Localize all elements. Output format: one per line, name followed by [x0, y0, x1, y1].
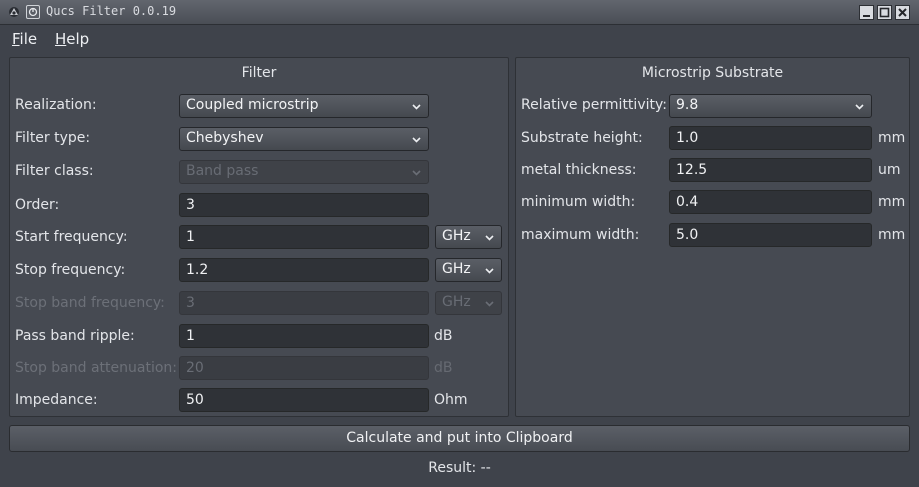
- chevron-down-icon: [412, 170, 421, 176]
- stop-band-attenuation-label: Stop band attenuation:: [15, 360, 177, 376]
- start-frequency-input[interactable]: 1: [179, 225, 429, 249]
- pass-band-ripple-unit: dB: [434, 328, 453, 344]
- stop-band-frequency-unit-combo: GHz: [435, 291, 502, 315]
- metal-thickness-input[interactable]: 12.5: [669, 158, 872, 182]
- stop-band-frequency-unit: GHz: [442, 294, 471, 310]
- menu-file-label: ile: [19, 30, 38, 48]
- start-frequency-label: Start frequency:: [15, 229, 128, 245]
- realization-label: Realization:: [15, 97, 97, 113]
- realization-value: Coupled microstrip: [186, 97, 319, 113]
- maximum-width-label: maximum width:: [521, 227, 640, 243]
- order-input[interactable]: 3: [179, 193, 429, 217]
- relative-permittivity-value: 9.8: [676, 97, 699, 113]
- minimum-width-unit: mm: [878, 194, 906, 210]
- title-bar: Qucs Filter 0.0.19: [0, 0, 919, 25]
- substrate-height-input[interactable]: 1.0: [669, 126, 872, 150]
- substrate-height-unit: mm: [878, 130, 906, 146]
- start-frequency-unit: GHz: [442, 228, 471, 244]
- minimum-width-input[interactable]: 0.4: [669, 190, 872, 214]
- menu-file[interactable]: File: [12, 30, 37, 48]
- stop-band-attenuation-input: 20: [179, 356, 429, 380]
- stop-frequency-label: Stop frequency:: [15, 262, 126, 278]
- substrate-panel-title: Microstrip Substrate: [641, 65, 784, 81]
- close-icon: [898, 8, 907, 17]
- start-frequency-unit-combo[interactable]: GHz: [435, 225, 502, 249]
- metal-thickness-unit: um: [878, 162, 901, 178]
- stop-frequency-input[interactable]: 1.2: [179, 258, 429, 282]
- minimum-width-label: minimum width:: [521, 194, 636, 210]
- filter-type-label: Filter type:: [15, 130, 91, 146]
- qucs-app-icon[interactable]: [7, 5, 21, 19]
- result-text: Result: --: [428, 460, 491, 476]
- filter-class-value: Band pass: [186, 163, 259, 179]
- pass-band-ripple-label: Pass band ripple:: [15, 328, 135, 344]
- impedance-unit: Ohm: [434, 392, 468, 408]
- order-label: Order:: [15, 197, 60, 213]
- chevron-down-icon: [412, 137, 421, 143]
- stop-band-frequency-input: 3: [179, 291, 429, 315]
- stop-frequency-unit-combo[interactable]: GHz: [435, 258, 502, 282]
- maximize-icon: [879, 7, 890, 18]
- relative-permittivity-label: Relative permittivity:: [521, 97, 667, 113]
- impedance-input[interactable]: 50: [179, 388, 429, 412]
- maximize-button[interactable]: [877, 5, 892, 20]
- stop-band-attenuation-unit: dB: [434, 360, 453, 376]
- filter-panel-title: Filter: [241, 65, 277, 81]
- close-button[interactable]: [895, 5, 910, 20]
- stop-frequency-unit: GHz: [442, 261, 471, 277]
- chevron-down-icon: [485, 235, 494, 241]
- maximum-width-input[interactable]: 5.0: [669, 223, 872, 247]
- menu-help[interactable]: Help: [55, 30, 89, 48]
- chevron-down-icon: [855, 104, 864, 110]
- window-menu-icon[interactable]: [26, 5, 40, 19]
- metal-thickness-label: metal thickness:: [521, 162, 637, 178]
- impedance-label: Impedance:: [15, 392, 98, 408]
- calculate-button[interactable]: Calculate and put into Clipboard: [9, 425, 910, 452]
- menu-file-mnemonic: F: [12, 30, 20, 48]
- minimize-icon: [863, 15, 870, 17]
- menu-help-label: elp: [66, 30, 90, 48]
- filter-type-value: Chebyshev: [186, 130, 264, 146]
- relative-permittivity-combo[interactable]: 9.8: [669, 94, 872, 118]
- menu-bar: File Help: [0, 26, 919, 52]
- stop-band-frequency-label: Stop band frequency:: [15, 295, 165, 311]
- filter-type-combo[interactable]: Chebyshev: [179, 127, 429, 151]
- realization-combo[interactable]: Coupled microstrip: [179, 94, 429, 118]
- window-title: Qucs Filter 0.0.19: [46, 4, 177, 18]
- minimize-button[interactable]: [859, 5, 874, 20]
- pass-band-ripple-input[interactable]: 1: [179, 324, 429, 348]
- chevron-down-icon: [485, 301, 494, 307]
- substrate-height-label: Substrate height:: [521, 130, 643, 146]
- filter-class-combo: Band pass: [179, 160, 429, 184]
- filter-class-label: Filter class:: [15, 163, 94, 179]
- chevron-down-icon: [485, 268, 494, 274]
- chevron-down-icon: [412, 104, 421, 110]
- menu-help-mnemonic: H: [55, 30, 67, 48]
- maximum-width-unit: mm: [878, 227, 906, 243]
